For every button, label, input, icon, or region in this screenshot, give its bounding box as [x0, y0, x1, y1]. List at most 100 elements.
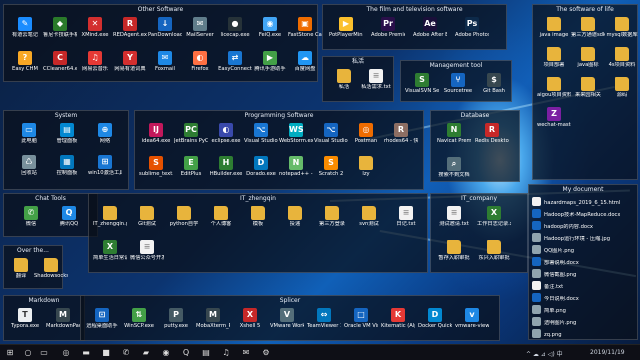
desktop-shortcut[interactable]: ♫ 网易云音乐 — [78, 51, 112, 72]
folder-taskbar-icon[interactable]: ▰ — [140, 347, 152, 359]
fence-title[interactable]: Management tool — [401, 61, 511, 71]
desktop-shortcut[interactable]: 暂存入职审批 — [437, 240, 471, 261]
desktop-shortcut[interactable]: ⊕ 网络 — [88, 123, 122, 144]
desktop-shortcut[interactable]: 投递 — [278, 206, 312, 227]
list-item[interactable]: QQ图片.png — [532, 245, 632, 255]
desktop-shortcut[interactable]: lzy — [349, 156, 383, 177]
desktop-shortcut[interactable]: ▣FastStone Capture 8.0 — [288, 17, 322, 38]
desktop-shortcut[interactable]: python自学 — [167, 206, 201, 227]
desktop-shortcut[interactable]: S Scratch 2 — [314, 156, 348, 177]
desktop-shortcut[interactable]: PsAdobe Photoshop CC — [455, 17, 489, 38]
desktop-shortcut[interactable]: 模板 — [241, 206, 275, 227]
desktop-shortcut[interactable]: SVisualSVN Server.msc — [405, 73, 439, 94]
desktop-shortcut[interactable]: PCJetBrains PyCharm 201... — [174, 123, 208, 144]
fence-title[interactable]: Programming Software — [135, 111, 423, 121]
desktop-shortcut[interactable]: ✕ XMind.exe — [78, 17, 112, 38]
fence-title[interactable]: Splicer — [81, 296, 499, 306]
fence-title[interactable]: IT_zhengqin — [89, 194, 427, 204]
desktop-shortcut[interactable]: T Typora.exe — [8, 308, 42, 329]
desktop-shortcut[interactable]: ⊞ win10激活工具 — [88, 155, 122, 176]
desktop-shortcut[interactable]: MMobaXterm_Personal_1... — [196, 308, 230, 329]
desktop-shortcut[interactable]: IJ idea64.exe — [139, 123, 173, 144]
desktop-shortcut[interactable]: 东兴入职审批 — [477, 240, 511, 261]
desktop-shortcut[interactable]: H HBuilder.exe — [209, 156, 243, 177]
desktop-shortcut[interactable]: aigou项目资料 — [537, 77, 571, 98]
desktop-shortcut[interactable]: 第三方通道sdk — [571, 17, 605, 38]
file-explorer-icon[interactable]: ▬ — [80, 347, 92, 359]
desktop-shortcut[interactable]: vvmware-view.exe — [455, 308, 489, 329]
wechat-taskbar-icon[interactable]: ✆ — [120, 347, 132, 359]
chrome-taskbar-icon[interactable]: ◉ — [160, 347, 172, 359]
desktop-shortcut[interactable]: ✆ 微信 — [14, 206, 48, 227]
task-view-icon[interactable]: ▭ — [38, 347, 50, 359]
desktop-shortcut[interactable]: ⊡ 远程桌面助手 — [85, 308, 119, 329]
desktop-shortcut[interactable]: ☁ 百度网盘 — [288, 51, 322, 72]
desktop-shortcut[interactable]: ⑂ Sourcetree — [441, 73, 475, 94]
fence-title[interactable]: Other Software — [4, 5, 317, 15]
desktop-shortcut[interactable]: PrAdobe Premiere Pro CC... — [371, 17, 405, 38]
desktop-shortcut[interactable]: ≡ 私活需求.txt — [359, 69, 393, 90]
settings-taskbar-icon[interactable]: ⚙ — [260, 347, 272, 359]
mail-taskbar-icon[interactable]: ✉ — [240, 347, 252, 359]
desktop-shortcut[interactable]: ▶PotPlayerMini64.exe — [329, 17, 363, 38]
fence-title[interactable]: The software of life — [533, 5, 637, 15]
desktop-shortcut[interactable]: mysql数据库 — [605, 17, 639, 38]
list-item[interactable]: 微信截图.png — [532, 269, 632, 279]
list-item[interactable]: zq.png — [532, 329, 632, 339]
list-item[interactable]: Hadoop运行环境 - 压缩.jpg — [532, 233, 632, 243]
desktop-shortcut[interactable]: X Xshell 5 — [233, 308, 267, 329]
desktop-shortcut[interactable]: ◐ eclipse.exe — [209, 123, 243, 144]
desktop-shortcut[interactable]: ◎ Postman — [349, 123, 383, 144]
desktop-shortcut[interactable]: java image — [537, 17, 571, 38]
desktop-shortcut[interactable]: E EditPlus — [174, 156, 208, 177]
desktop-shortcut[interactable]: ⇅ WinSCP.exe — [122, 308, 156, 329]
desktop-shortcut[interactable]: ◉ FeiQ.exe — [253, 17, 287, 38]
list-item[interactable]: 简单.png — [532, 305, 632, 315]
desktop-shortcut[interactable]: Rrhodes64 - 快捷方式 — [384, 123, 418, 144]
desktop-shortcut[interactable]: ▤ 管理面板 — [50, 123, 84, 144]
desktop-shortcut[interactable]: D Dorado.exe — [244, 156, 278, 177]
fence-title[interactable]: Over the... — [4, 246, 62, 256]
desktop-shortcut[interactable]: X简单生活日常记录表.xls — [93, 240, 127, 261]
desktop-shortcut[interactable]: svn测试 — [352, 206, 386, 227]
list-item[interactable]: 透明图片.png — [532, 317, 632, 327]
idea-taskbar-icon[interactable]: ■ — [100, 347, 112, 359]
desktop-shortcut[interactable]: ⌕ 搜索不到文档 — [437, 157, 471, 178]
fence-title[interactable]: Database — [431, 111, 519, 121]
desktop-shortcut[interactable]: ▭ 此电脑 — [12, 123, 46, 144]
desktop-shortcut[interactable]: java图标 — [571, 47, 605, 68]
desktop-shortcut[interactable]: 源码 — [605, 77, 639, 98]
desktop-shortcut[interactable]: ◆鲁尼卡技联手机v5_0 - 026... — [43, 17, 77, 38]
desktop-shortcut[interactable]: ↓PanDownload.exe — [148, 17, 182, 38]
fence-title[interactable]: Markdown — [4, 296, 84, 306]
desktop-shortcut[interactable]: Q 腾讯QQ — [52, 206, 86, 227]
desktop-shortcut[interactable]: NNavicat Premium 12 — [437, 123, 471, 144]
desktop-shortcut[interactable]: ✎ 有道云笔记 — [8, 17, 42, 38]
fence-title[interactable]: The film and television software — [323, 5, 506, 15]
list-item[interactable]: Hadoop技术-MapReduce.docx — [532, 209, 632, 219]
desktop-shortcut[interactable]: $ Git Bash — [477, 73, 511, 94]
desktop-shortcut[interactable]: 个人博客 — [204, 206, 238, 227]
desktop-shortcut[interactable]: 4s项目资料 — [605, 47, 639, 68]
desktop-shortcut[interactable]: ▦ 控制面板 — [50, 155, 84, 176]
list-item[interactable]: hazardmaps_2019_6_15.html — [532, 197, 632, 207]
desktop-shortcut[interactable]: ≡ 测试邀请.txt — [437, 206, 471, 227]
desktop-shortcut[interactable]: 项目部署 — [537, 47, 571, 68]
desktop-shortcut[interactable]: CCCleaner64.exe — [43, 51, 77, 72]
fence-title[interactable]: IT_company — [431, 194, 527, 204]
desktop-shortcut[interactable]: R REDAgent.exe — [113, 17, 147, 38]
browser-icon[interactable]: ◎ — [60, 347, 72, 359]
desktop-shortcut[interactable]: 来来园相关 — [571, 77, 605, 98]
desktop-shortcut[interactable]: X工作日志记录.xls — [477, 206, 511, 227]
fence-title[interactable]: Chat Tools — [4, 194, 97, 204]
desktop-shortcut[interactable]: ⌥Visual Studio Code — [314, 123, 348, 144]
list-item[interactable]: 今日说明.docx — [532, 293, 632, 303]
desktop-shortcut[interactable]: 翻译 — [4, 258, 38, 279]
music-taskbar-icon[interactable]: ♫ — [220, 347, 232, 359]
desktop-shortcut[interactable]: ⇔TeamViewer 14 — [307, 308, 341, 329]
desktop-shortcut[interactable]: Zwechat-master.zip — [537, 107, 571, 128]
desktop-shortcut[interactable]: KKitematic (Alpha) — [381, 308, 415, 329]
desktop-shortcut[interactable]: Git测试 — [130, 206, 164, 227]
desktop-shortcut[interactable]: Ssublime_text.exe — [139, 156, 173, 177]
desktop-shortcut[interactable]: Pputty.exe — [159, 308, 193, 329]
